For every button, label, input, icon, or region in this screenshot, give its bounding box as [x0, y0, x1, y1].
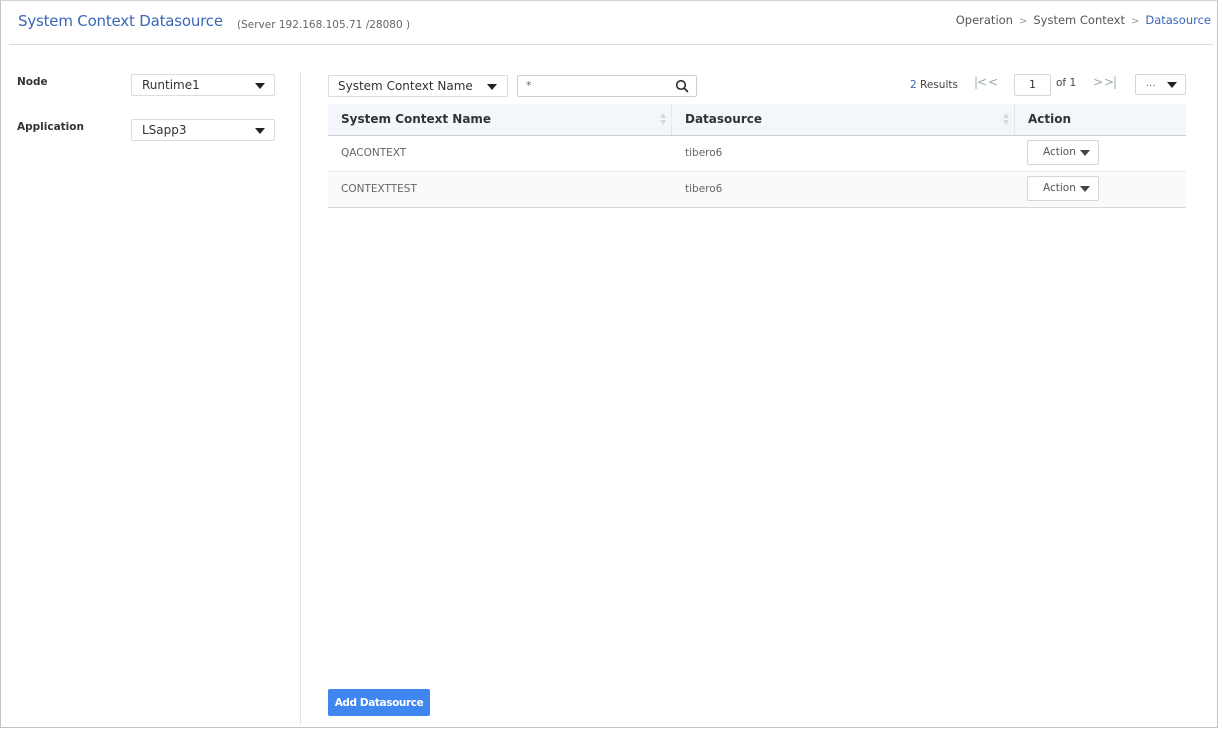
- column-header-datasource[interactable]: Datasource: [672, 104, 1015, 135]
- chevron-down-icon: [255, 128, 265, 134]
- search-field-select[interactable]: System Context Name: [328, 75, 508, 97]
- application-label: Application: [17, 121, 84, 133]
- panel-divider: [300, 73, 301, 724]
- page-total: of 1: [1056, 77, 1077, 89]
- table-row: QACONTEXT tibero6 Action: [328, 136, 1186, 172]
- search-input[interactable]: [526, 79, 666, 92]
- row-action-button[interactable]: Action: [1027, 176, 1099, 201]
- cell-datasource: tibero6: [685, 147, 723, 159]
- next-page-icon[interactable]: >: [1093, 75, 1103, 89]
- search-icon[interactable]: [675, 79, 689, 93]
- prev-page-icon[interactable]: <: [988, 75, 998, 89]
- breadcrumb: Operation > System Context > Datasource: [956, 13, 1211, 27]
- row-action-label: Action: [1043, 146, 1076, 158]
- datasource-table: System Context Name Datasource Action QA…: [328, 104, 1186, 208]
- row-action-label: Action: [1043, 182, 1076, 194]
- table-row: CONTEXTTEST tibero6 Action: [328, 172, 1186, 208]
- chevron-down-icon: [1167, 82, 1177, 88]
- chevron-down-icon: [1080, 186, 1090, 192]
- cell-system-context-name: QACONTEXT: [341, 147, 407, 159]
- row-action-button[interactable]: Action: [1027, 140, 1099, 165]
- breadcrumb-datasource: Datasource: [1145, 13, 1211, 27]
- column-header-action: Action: [1015, 104, 1186, 135]
- server-info: (Server 192.168.105.71 /28080 ): [237, 19, 411, 31]
- column-header-label: Datasource: [685, 112, 762, 126]
- more-options-button[interactable]: ...: [1135, 74, 1186, 95]
- results-summary: 2 Results: [910, 79, 958, 91]
- page-number-input[interactable]: 1: [1014, 74, 1051, 96]
- application-select[interactable]: LSapp3: [131, 119, 275, 141]
- first-page-icon[interactable]: |<: [974, 75, 987, 89]
- add-datasource-button[interactable]: Add Datasource: [328, 689, 430, 716]
- search-field-select-value: System Context Name: [338, 79, 473, 93]
- last-page-icon[interactable]: >|: [1104, 75, 1117, 89]
- sort-icon[interactable]: [660, 113, 667, 126]
- node-label: Node: [17, 76, 48, 88]
- table-header: System Context Name Datasource Action: [328, 104, 1186, 136]
- breadcrumb-separator: >: [1130, 16, 1140, 27]
- cell-system-context-name: CONTEXTTEST: [341, 183, 417, 195]
- app-window: System Context Datasource (Server 192.16…: [0, 0, 1218, 728]
- results-label: Results: [920, 79, 958, 91]
- breadcrumb-system-context[interactable]: System Context: [1033, 13, 1125, 27]
- node-select[interactable]: Runtime1: [131, 74, 275, 96]
- chevron-down-icon: [487, 84, 497, 90]
- column-header-system-context-name[interactable]: System Context Name: [328, 104, 672, 135]
- column-header-label: System Context Name: [341, 112, 492, 126]
- page-header: System Context Datasource (Server 192.16…: [9, 1, 1213, 45]
- sort-icon[interactable]: [1003, 113, 1010, 126]
- breadcrumb-separator: >: [1018, 16, 1028, 27]
- cell-datasource: tibero6: [685, 183, 723, 195]
- results-count: 2: [910, 79, 917, 91]
- more-icon: ...: [1146, 78, 1156, 89]
- search-box: [517, 75, 697, 97]
- application-select-value: LSapp3: [142, 123, 187, 137]
- page-title: System Context Datasource: [18, 12, 223, 30]
- column-header-label: Action: [1028, 112, 1072, 126]
- chevron-down-icon: [1080, 150, 1090, 156]
- chevron-down-icon: [255, 83, 265, 89]
- node-select-value: Runtime1: [142, 78, 200, 92]
- breadcrumb-operation[interactable]: Operation: [956, 13, 1013, 27]
